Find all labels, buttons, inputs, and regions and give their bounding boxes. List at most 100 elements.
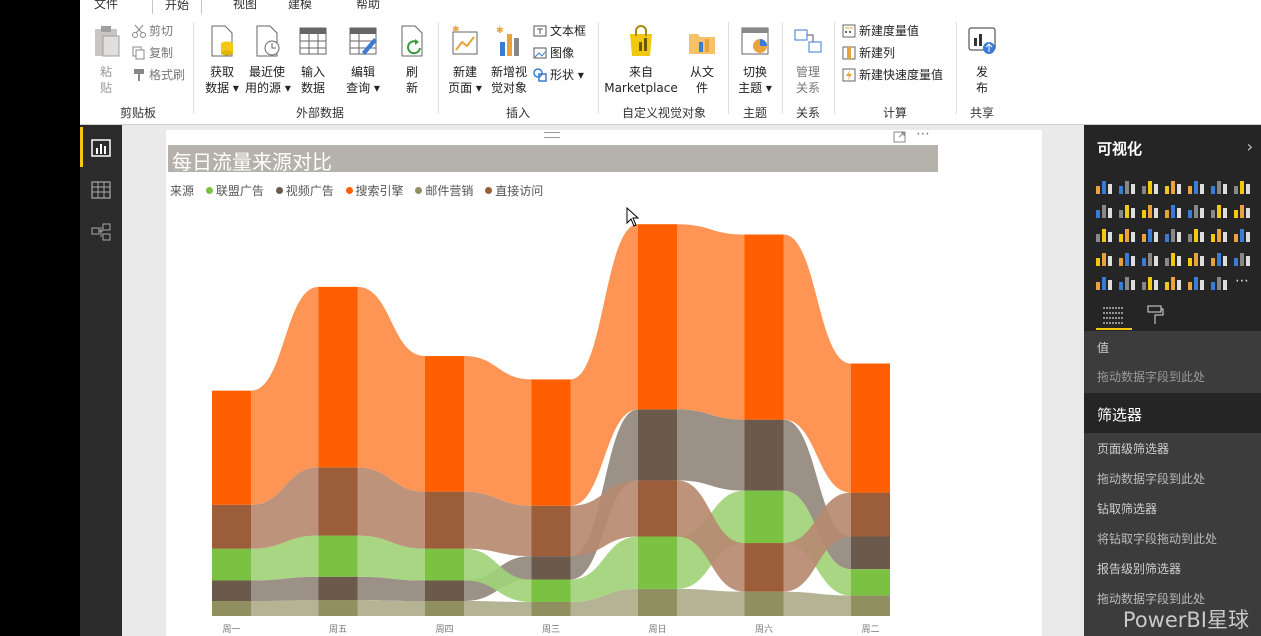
new-column-button[interactable]: 新建列 (842, 44, 895, 62)
visual-type-icon[interactable] (1186, 273, 1208, 295)
ribbon-segment[interactable] (744, 591, 784, 616)
visual-type-icon[interactable]: ⋯ (1232, 273, 1254, 295)
ribbon-band[interactable] (464, 356, 532, 506)
ribbon-band[interactable] (251, 576, 319, 602)
text-box-button[interactable]: 文本框 (533, 22, 586, 40)
ribbon-band[interactable] (783, 591, 852, 616)
relationships-view-button[interactable] (80, 211, 122, 251)
values-drop-zone[interactable]: 拖动数据字段到此处 (1097, 368, 1205, 385)
marketplace-button[interactable]: 来自 Marketplace (603, 24, 679, 96)
fields-tab-icon[interactable] (1102, 305, 1124, 325)
image-button[interactable]: 图像 (533, 44, 574, 62)
tab-view[interactable]: 视图 (233, 0, 257, 13)
visual-type-icon[interactable] (1209, 201, 1231, 223)
ribbon-band[interactable] (357, 576, 426, 602)
visual-type-icon[interactable] (1117, 249, 1139, 271)
ribbon-segment[interactable] (212, 390, 251, 505)
ribbon-segment[interactable] (531, 601, 571, 616)
visual-type-icon[interactable] (1094, 201, 1116, 223)
report-view-button[interactable] (80, 127, 122, 167)
visual-type-icon[interactable] (1209, 177, 1231, 199)
ribbon-band[interactable] (464, 601, 532, 616)
new-page-button[interactable]: ✱ 新建 页面 ▾ (444, 24, 486, 96)
ribbon-segment[interactable] (851, 536, 890, 570)
visual-type-icon[interactable] (1163, 273, 1185, 295)
visual-type-icon[interactable] (1232, 201, 1254, 223)
ribbon-segment[interactable] (212, 601, 251, 616)
new-quick-measure-button[interactable]: 新建快速度量值 (842, 66, 943, 84)
visual-type-icon[interactable] (1209, 249, 1231, 271)
visual-type-icon[interactable] (1232, 249, 1254, 271)
visual-type-icon[interactable] (1163, 201, 1185, 223)
ribbon-segment[interactable] (638, 409, 677, 481)
ribbon-band[interactable] (357, 600, 426, 616)
ribbon-segment[interactable] (638, 536, 677, 589)
ribbon-segment[interactable] (531, 556, 571, 580)
ribbon-segment[interactable] (212, 548, 251, 581)
cut-button[interactable]: 剪切 (132, 22, 173, 40)
new-visual-button[interactable]: ✱ 新增视 觉对象 (487, 24, 531, 96)
ribbon-segment[interactable] (851, 569, 890, 596)
ribbon-segment[interactable] (851, 595, 890, 616)
ribbon-segment[interactable] (531, 579, 571, 602)
ribbon-segment[interactable] (425, 356, 464, 492)
visual-type-icon[interactable] (1140, 201, 1162, 223)
ribbon-segment[interactable] (638, 224, 677, 410)
ribbon-segment[interactable] (318, 467, 358, 536)
visual-type-icon[interactable] (1140, 225, 1162, 247)
visual-type-icon[interactable] (1094, 177, 1116, 199)
tab-home[interactable]: 开始 (152, 0, 203, 14)
refresh-button[interactable]: 刷 新 (395, 24, 429, 96)
collapse-chevron-icon[interactable]: › (1247, 137, 1253, 156)
visual-type-icon[interactable] (1117, 273, 1139, 295)
ribbon-segment[interactable] (425, 601, 464, 616)
visual-type-icon[interactable] (1140, 249, 1162, 271)
ribbon-segment[interactable] (851, 492, 890, 537)
visual-type-icon[interactable] (1117, 201, 1139, 223)
visual-type-icon[interactable] (1232, 177, 1254, 199)
visual-type-icon[interactable] (1140, 273, 1162, 295)
ribbon-segment[interactable] (318, 535, 358, 577)
visual-type-icon[interactable] (1186, 177, 1208, 199)
visual-type-icon[interactable] (1209, 273, 1231, 295)
ribbon-segment[interactable] (531, 379, 571, 506)
ribbon-segment[interactable] (425, 491, 464, 549)
visual-type-icon[interactable] (1117, 177, 1139, 199)
visual-type-icon[interactable] (1186, 201, 1208, 223)
recent-sources-button[interactable]: 最近使 用的源 ▾ (245, 24, 291, 96)
ribbon-segment[interactable] (212, 580, 251, 602)
tab-modeling[interactable]: 建模 (288, 0, 312, 13)
visual-type-icon[interactable] (1163, 177, 1185, 199)
ribbon-band[interactable] (357, 286, 426, 492)
tab-help[interactable]: 帮助 (356, 0, 380, 13)
paint-roller-icon[interactable] (1146, 305, 1164, 325)
visual-type-icon[interactable] (1163, 225, 1185, 247)
edit-queries-button[interactable]: 编辑 查询 ▾ (343, 24, 383, 96)
ribbon-segment[interactable] (744, 419, 784, 491)
ribbon-band[interactable] (677, 224, 745, 420)
from-file-button[interactable]: 从文 件 (683, 24, 721, 96)
ribbon-band[interactable] (251, 600, 319, 616)
switch-theme-button[interactable]: 切换 主题 ▾ (735, 24, 775, 96)
tab-file[interactable]: 文件 (94, 0, 118, 13)
ribbon-segment[interactable] (318, 600, 358, 616)
paste-button[interactable]: 粘 贴 (90, 24, 122, 96)
format-painter-button[interactable]: 格式刷 (132, 66, 185, 84)
visual-type-icon[interactable] (1117, 225, 1139, 247)
visual-type-icon[interactable] (1094, 273, 1116, 295)
visual-type-icon[interactable] (1140, 177, 1162, 199)
drillthrough-drop-zone[interactable]: 将钻取字段拖动到此处 (1097, 530, 1217, 547)
visual-type-icon[interactable] (1094, 249, 1116, 271)
visual-type-icon[interactable] (1186, 249, 1208, 271)
ribbon-segment[interactable] (425, 548, 464, 581)
ribbon-segment[interactable] (531, 505, 571, 557)
ribbon-segment[interactable] (851, 363, 890, 493)
ribbon-segment[interactable] (318, 576, 358, 601)
data-view-button[interactable] (80, 169, 122, 209)
ribbon-band[interactable] (677, 409, 745, 491)
copy-button[interactable]: 复制 (132, 44, 173, 62)
shapes-button[interactable]: 形状 ▾ (533, 66, 584, 84)
ribbon-segment[interactable] (212, 504, 251, 549)
ribbon-segment[interactable] (318, 286, 358, 468)
ribbon-segment[interactable] (638, 480, 677, 537)
